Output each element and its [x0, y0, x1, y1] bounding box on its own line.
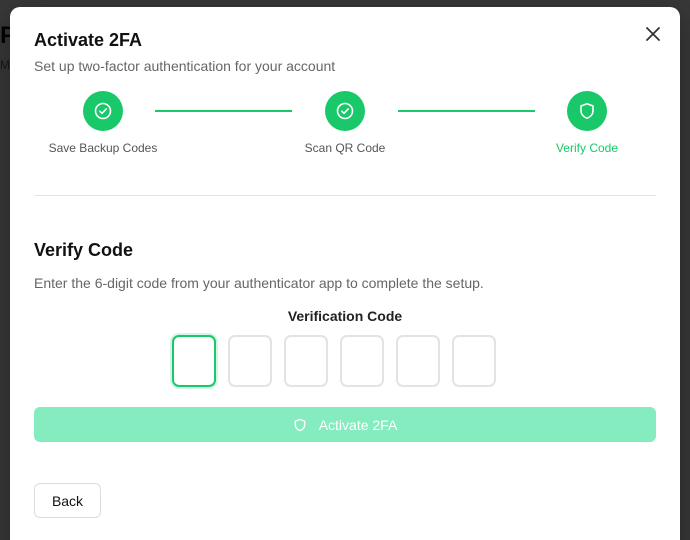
activate-2fa-modal: Activate 2FA Set up two-factor authentic… — [10, 7, 680, 540]
code-digit-input-4[interactable] — [340, 335, 384, 387]
step-scan-qr-code: Scan QR Code — [265, 91, 425, 155]
close-button[interactable] — [642, 23, 664, 45]
step-3-label: Verify Code — [555, 141, 619, 155]
code-digit-input-1[interactable] — [172, 335, 216, 387]
close-icon — [646, 27, 660, 41]
code-digit-input-2[interactable] — [228, 335, 272, 387]
code-digit-input-3[interactable] — [284, 335, 328, 387]
modal-title: Activate 2FA — [34, 30, 143, 50]
section-divider — [34, 195, 656, 196]
code-digit-input-6[interactable] — [452, 335, 496, 387]
shield-icon — [580, 103, 594, 119]
check-circle-icon — [94, 102, 112, 120]
verification-code-inputs — [172, 335, 496, 387]
verify-code-title: Verify Code — [34, 240, 134, 260]
verification-code-label: Verification Code — [287, 308, 403, 324]
step-2-label: Scan QR Code — [304, 141, 386, 155]
step-verify-code: Verify Code — [507, 91, 667, 155]
check-circle-icon — [336, 102, 354, 120]
verify-code-description: Enter the 6-digit code from your authent… — [34, 275, 484, 291]
activate-2fa-button[interactable]: Activate 2FA — [34, 407, 656, 442]
step-3-circle — [567, 91, 607, 131]
shield-icon — [294, 418, 306, 431]
step-2-circle — [325, 91, 365, 131]
modal-subtitle: Set up two-factor authentication for you… — [34, 58, 336, 74]
back-button[interactable]: Back — [34, 483, 101, 518]
activate-2fa-button-label: Activate 2FA — [318, 416, 398, 433]
step-1-label: Save Backup Codes — [48, 141, 158, 155]
step-save-backup-codes: Save Backup Codes — [23, 91, 183, 155]
step-1-circle — [83, 91, 123, 131]
code-digit-input-5[interactable] — [396, 335, 440, 387]
